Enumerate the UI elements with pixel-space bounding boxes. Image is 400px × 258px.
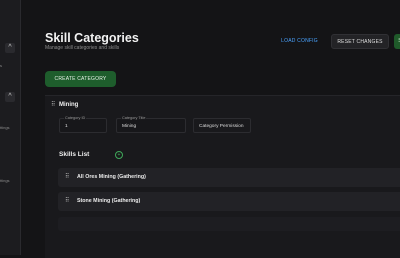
chevron-up-icon[interactable]: ^ [5, 43, 15, 53]
skill-name: All Ores Mining (Gathering) [77, 174, 146, 180]
sidebar-item-label[interactable]: s [0, 63, 2, 68]
list-item[interactable] [58, 217, 400, 231]
list-item[interactable]: ⠿ All Ores Mining (Gathering) [58, 168, 400, 187]
drag-handle-icon[interactable]: ⠿ [51, 101, 56, 108]
main-content: Skill Categories Manage skill categories… [21, 0, 400, 258]
skill-name: Stone Mining (Gathering) [77, 198, 141, 204]
add-circle-icon[interactable]: + [115, 151, 123, 159]
skills-list-title: Skills List [59, 151, 90, 158]
reset-changes-button[interactable]: RESET CHANGES [331, 34, 389, 49]
chevron-up-icon[interactable]: ^ [5, 92, 15, 102]
drag-handle-icon[interactable]: ⠿ [65, 197, 70, 204]
save-button[interactable]: S [394, 34, 400, 49]
category-id-field[interactable]: Category ID 1 [59, 116, 107, 133]
sidebar-item-label[interactable]: ttings [0, 178, 10, 183]
drag-handle-icon[interactable]: ⠿ [65, 173, 70, 180]
sidebar-item-label[interactable]: ttings [0, 125, 10, 130]
category-permission-field[interactable]: Category Permission [193, 118, 251, 133]
create-category-button[interactable]: CREATE CATEGORY [45, 71, 116, 87]
list-item[interactable]: ⠿ Stone Mining (Gathering) [58, 192, 400, 211]
page-title: Skill Categories [45, 31, 139, 45]
page-subtitle: Manage skill categories and skills [45, 45, 120, 51]
category-id-value: 1 [65, 124, 68, 129]
sidebar: ^ s ^ ttings ttings [0, 0, 21, 255]
category-title-field[interactable]: Category Title Mining [116, 116, 186, 133]
category-title-label: Category Title [121, 116, 147, 120]
category-id-label: Category ID [64, 116, 87, 120]
category-permission-value: Category Permission [199, 124, 244, 129]
category-title-value: Mining [122, 124, 137, 129]
category-name: Mining [59, 102, 79, 108]
load-config-button[interactable]: LOAD CONFIG [279, 34, 320, 49]
